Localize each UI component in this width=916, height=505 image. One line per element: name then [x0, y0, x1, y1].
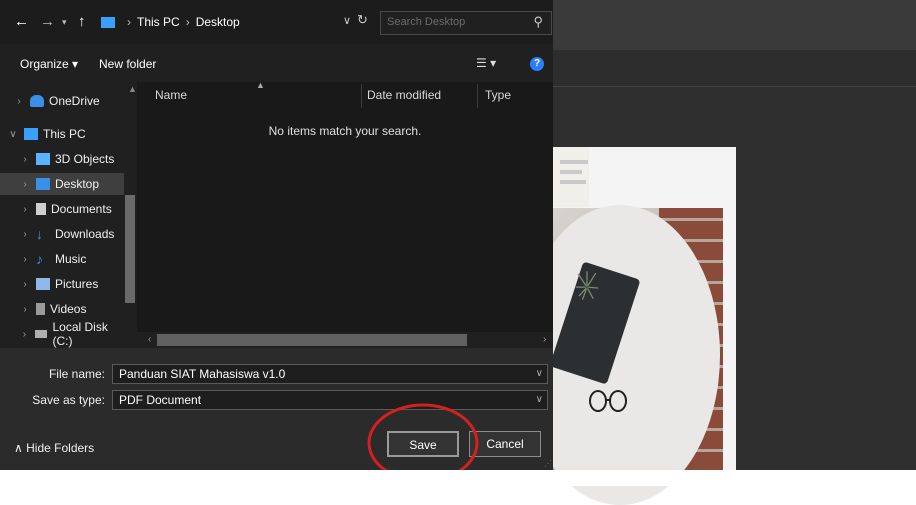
hide-folders-button[interactable]: ∧ Hide Folders [14, 441, 94, 455]
sidebar-item-onedrive[interactable]: › OneDrive [0, 90, 124, 112]
save-as-type-select[interactable]: PDF Document ∨ [112, 390, 548, 410]
sidebar-item-label: OneDrive [49, 94, 100, 108]
search-placeholder: Search Desktop [387, 16, 466, 28]
sidebar-item-downloads[interactable]: › ↓ Downloads [0, 223, 124, 245]
scroll-left-icon[interactable]: ‹ [148, 334, 151, 345]
sidebar-item-pictures[interactable]: › Pictures [0, 273, 124, 295]
breadcrumb[interactable]: › This PC › Desktop [97, 10, 373, 34]
sidebar-item-documents[interactable]: › Documents [0, 198, 124, 220]
sidebar-item-label: Videos [50, 302, 87, 316]
chevron-down-icon[interactable]: ∨ [6, 129, 20, 140]
file-name-label: File name: [48, 367, 105, 381]
column-divider[interactable] [477, 84, 478, 108]
new-folder-button[interactable]: New folder [99, 57, 156, 71]
resize-grip-icon[interactable]: ⋰ [544, 459, 552, 468]
up-arrow-icon[interactable]: ↑ [78, 13, 86, 30]
scroll-up-icon[interactable]: ▲ [128, 84, 137, 94]
page-bottom-margin [0, 470, 916, 486]
save-as-type-value: PDF Document [119, 393, 202, 407]
column-header-type[interactable]: Type [485, 88, 511, 102]
plant-image [575, 271, 599, 300]
background-toolbar [553, 50, 916, 87]
this-pc-icon [101, 16, 115, 28]
organize-button[interactable]: Organize ▾ [20, 57, 78, 71]
sidebar-item-label: 3D Objects [55, 152, 115, 166]
chevron-down-icon[interactable]: ∨ [536, 394, 543, 405]
document-icon [36, 203, 46, 215]
column-header-date-modified[interactable]: Date modified [367, 88, 441, 102]
sidebar-item-label: Music [55, 252, 87, 266]
chevron-down-icon[interactable]: ∨ [536, 368, 543, 379]
breadcrumb-separator-icon: › [185, 15, 190, 29]
sidebar-item-label: Documents [51, 202, 112, 216]
sidebar-item-label: This PC [43, 127, 86, 141]
disk-icon [34, 330, 48, 338]
breadcrumb-this-pc[interactable]: This PC [137, 15, 180, 29]
background-titlebar [553, 0, 916, 50]
desktop-icon [36, 178, 50, 190]
file-list[interactable] [137, 82, 553, 332]
help-icon[interactable]: ? [530, 57, 544, 71]
chevron-right-icon[interactable]: › [18, 329, 31, 340]
chevron-right-icon[interactable]: › [18, 179, 32, 190]
document-header-strip [553, 147, 589, 207]
sidebar-item-label: Pictures [55, 277, 99, 291]
chevron-up-icon: ∧ [14, 441, 23, 455]
scroll-right-icon[interactable]: › [543, 334, 546, 345]
breadcrumb-separator-icon: › [127, 15, 131, 29]
sidebar-item-desktop[interactable]: › Desktop [0, 173, 124, 195]
sidebar-item-videos[interactable]: › Videos [0, 298, 124, 320]
file-name-value: Panduan SIAT Mahasiswa v1.0 [119, 367, 286, 381]
sidebar-scrollbar-thumb[interactable] [125, 195, 135, 303]
command-bar [0, 44, 553, 82]
back-arrow-icon[interactable]: ← [14, 13, 29, 30]
cloud-icon [30, 95, 44, 107]
chevron-right-icon[interactable]: › [18, 254, 32, 265]
music-icon: ♪ [36, 251, 43, 267]
refresh-icon[interactable]: ↻ [357, 12, 368, 28]
search-icon[interactable]: ⚲ [533, 14, 543, 30]
horizontal-scrollbar-thumb[interactable] [157, 334, 467, 346]
file-name-field[interactable]: Panduan SIAT Mahasiswa v1.0 ∨ [112, 364, 548, 384]
chevron-right-icon[interactable]: › [18, 204, 32, 215]
chevron-right-icon[interactable]: › [18, 229, 32, 240]
cube-icon [36, 153, 50, 165]
address-dropdown-icon[interactable]: ∨ [343, 14, 351, 27]
download-icon: ↓ [36, 226, 43, 242]
search-input[interactable]: Search Desktop ⚲ [380, 11, 552, 35]
sidebar-item-label: Desktop [55, 177, 100, 191]
pictures-icon [36, 278, 50, 290]
chevron-right-icon[interactable]: › [18, 304, 32, 315]
recent-locations-icon[interactable]: ▾ [62, 17, 67, 28]
chevron-right-icon[interactable]: › [18, 154, 32, 165]
chevron-right-icon[interactable]: › [18, 279, 32, 290]
column-divider[interactable] [361, 84, 362, 108]
video-icon [36, 303, 45, 315]
column-header-name[interactable]: Name [155, 88, 187, 102]
hide-folders-label: Hide Folders [26, 441, 95, 455]
view-options-icon[interactable]: ☰ ▾ [476, 56, 496, 70]
breadcrumb-desktop[interactable]: Desktop [196, 15, 240, 29]
sidebar-item-this-pc[interactable]: ∨ This PC [0, 123, 124, 145]
sidebar-item-3d-objects[interactable]: › 3D Objects [0, 148, 124, 170]
sidebar-item-label: Local Disk (C:) [52, 320, 108, 348]
sidebar-item-label: Downloads [55, 227, 115, 241]
empty-search-message: No items match your search. [268, 124, 422, 138]
save-as-type-label: Save as type: [32, 393, 105, 407]
sidebar-item-local-disk[interactable]: › Local Disk (C:) [0, 320, 124, 348]
cancel-button[interactable]: Cancel [469, 431, 541, 457]
forward-arrow-icon[interactable]: → [40, 13, 55, 30]
glasses-image [589, 390, 627, 412]
save-button[interactable]: Save [387, 431, 459, 457]
sort-ascending-icon: ▲ [256, 80, 265, 90]
computer-icon [24, 128, 38, 140]
chevron-right-icon[interactable]: › [12, 96, 26, 107]
sidebar-item-music[interactable]: › ♪ Music [0, 248, 124, 270]
